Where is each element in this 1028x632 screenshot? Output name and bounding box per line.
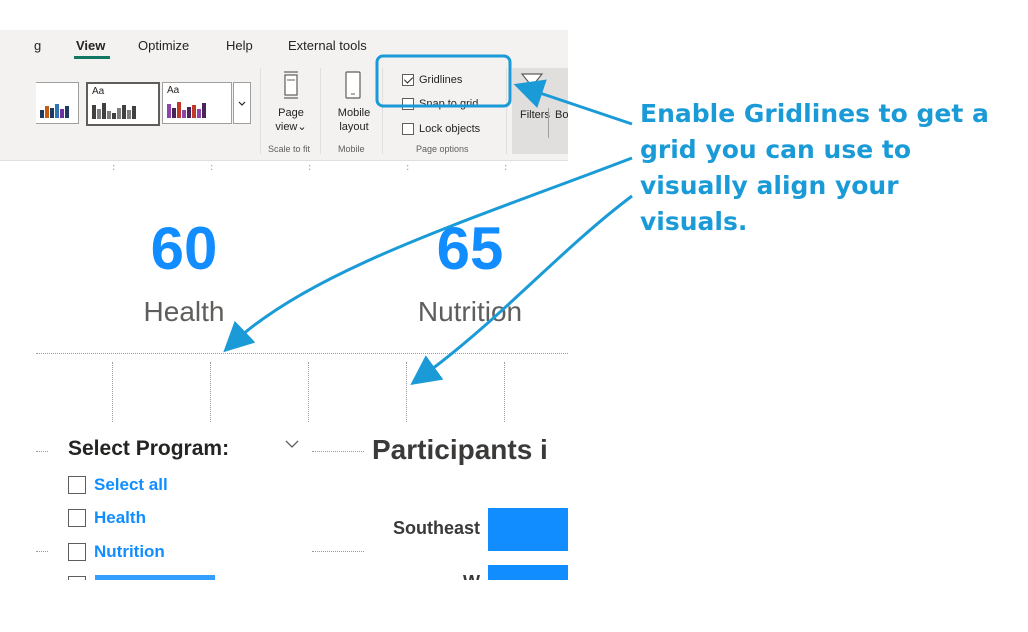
grid-dots: : (112, 162, 118, 173)
chevron-down-icon: ⌄ (297, 121, 307, 133)
grid-dots (36, 551, 48, 552)
slicer-item-label: Select all (94, 475, 168, 494)
tab-partial[interactable]: g (34, 38, 41, 53)
slicer-item-health[interactable]: Health (68, 508, 146, 528)
page-view-icon (284, 71, 298, 99)
checkbox-checked-icon (402, 74, 414, 86)
group-separator (320, 68, 321, 154)
group-separator (506, 68, 507, 154)
slicer-title: Select Program: (68, 437, 230, 460)
grid-dots (312, 451, 364, 452)
slicer-item-nutrition[interactable]: Nutrition (68, 542, 165, 562)
mobile-label: Mobile (337, 107, 371, 119)
card-label: Health (143, 296, 225, 327)
mobile-icon (345, 71, 361, 99)
page-view-label-2: view (275, 121, 298, 133)
grid-dots: : (308, 162, 314, 173)
chevron-down-icon[interactable] (284, 436, 300, 452)
theme-aa-label: Aa (92, 86, 105, 97)
group-separator (382, 68, 383, 154)
funnel-icon (520, 73, 544, 97)
gridlines-label: Gridlines (419, 74, 463, 86)
checkbox-icon (402, 98, 414, 110)
chart-bar[interactable] (488, 508, 568, 551)
grid-dots: : (406, 162, 412, 173)
vertical-gridline (504, 362, 505, 422)
slicer-item-partial (95, 575, 215, 580)
group-label-mobile: Mobile (338, 144, 365, 154)
group-label-page-options: Page options (416, 144, 469, 154)
mobile-label-2: layout (339, 121, 369, 133)
filters-label: Filters (520, 109, 550, 121)
slicer-item-label: Nutrition (94, 542, 165, 561)
checkbox-icon (68, 476, 86, 494)
chart-title: Participants i (372, 434, 548, 465)
annotation-callout: Enable Gridlines to get a grid you can u… (640, 99, 989, 236)
snap-to-grid-checkbox[interactable]: Snap to grid (402, 98, 478, 110)
page-view-button[interactable]: Page view⌄ (268, 68, 314, 144)
checkbox-icon (68, 576, 86, 580)
card-value: 65 (436, 215, 504, 282)
theme-swatch[interactable] (36, 82, 79, 124)
active-tab-indicator (74, 56, 110, 59)
chart-bar[interactable] (488, 565, 568, 580)
vertical-gridline (406, 362, 407, 422)
grid-dots: : (210, 162, 216, 173)
theme-more-button[interactable] (233, 82, 251, 124)
vertical-gridline (210, 362, 211, 422)
slicer-item-select-all[interactable]: Select all (68, 475, 168, 495)
group-label-scale: Scale to fit (268, 144, 311, 154)
page-view-label: Page (278, 107, 304, 119)
next-pane-label[interactable]: Bo (555, 108, 568, 122)
tab-help[interactable]: Help (226, 38, 253, 53)
ribbon: g View Optimize Help External tools Aa A… (0, 30, 568, 173)
tab-optimize[interactable]: Optimize (138, 38, 189, 53)
checkbox-icon (68, 509, 86, 527)
tab-view[interactable]: View (76, 38, 105, 53)
category-label: Southeast (392, 518, 480, 538)
mobile-layout-button[interactable]: Mobile layout (332, 68, 376, 144)
card-value: 60 (150, 215, 218, 282)
theme-swatch[interactable]: Aa (162, 82, 232, 124)
tab-external-tools[interactable]: External tools (288, 38, 367, 53)
lock-objects-label: Lock objects (419, 123, 481, 135)
checkbox-icon (68, 543, 86, 561)
theme-aa-label: Aa (167, 85, 180, 96)
gridlines-checkbox[interactable]: Gridlines (402, 74, 462, 86)
theme-swatch[interactable]: Aa (86, 82, 160, 126)
snap-to-grid-label: Snap to grid (419, 98, 479, 110)
slicer-item-label: Health (94, 508, 146, 527)
powerbi-screenshot: g View Optimize Help External tools Aa A… (0, 0, 568, 580)
horizontal-gridline (36, 353, 568, 354)
chevron-down-icon (238, 101, 246, 106)
category-label: W (370, 572, 480, 580)
card-label: Nutrition (417, 296, 523, 327)
vertical-gridline (308, 362, 309, 422)
grid-dots (36, 451, 48, 452)
group-separator (260, 68, 261, 154)
divider (548, 108, 549, 138)
grid-dots (312, 551, 364, 552)
checkbox-icon (402, 123, 414, 135)
grid-dots: : (504, 162, 510, 173)
lock-objects-checkbox[interactable]: Lock objects (402, 123, 480, 135)
vertical-gridline (112, 362, 113, 422)
